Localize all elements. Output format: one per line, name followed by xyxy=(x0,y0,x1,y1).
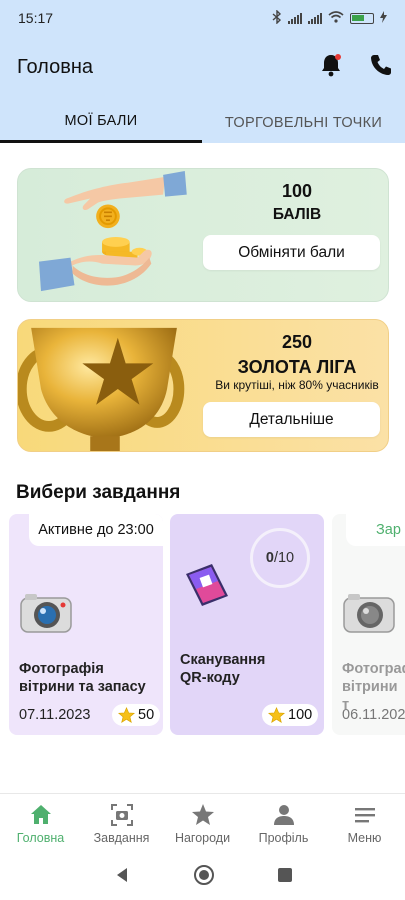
nav-label: Профіль xyxy=(258,831,309,845)
status-icons xyxy=(272,8,387,27)
league-subtitle: Ви крутіші, ніж 80% учасників xyxy=(215,378,379,392)
camera-icon xyxy=(20,594,72,633)
details-button[interactable]: Детальніше xyxy=(203,402,380,437)
wifi-icon xyxy=(328,10,344,26)
points-unit: БАЛІВ xyxy=(272,206,322,223)
nav-home[interactable]: Головна xyxy=(0,794,81,849)
star-icon xyxy=(118,706,135,723)
star-icon xyxy=(268,706,285,723)
person-icon xyxy=(273,805,294,825)
league-card[interactable]: 250 ЗОЛОТА ЛІГА Ви крутіші, ніж 80% учас… xyxy=(17,319,389,452)
task-card-qr[interactable]: 0/10 Сканування QR-коду 100 xyxy=(170,514,324,735)
bell-icon[interactable] xyxy=(318,52,344,78)
signal-icon xyxy=(288,12,302,24)
task-reward-badge: 50 xyxy=(112,704,161,726)
progress-total: /10 xyxy=(273,550,295,566)
nav-label: Завдання xyxy=(93,831,150,845)
battery-icon xyxy=(350,12,374,24)
task-title-line1: Фотографія xyxy=(19,661,104,677)
back-icon[interactable] xyxy=(113,866,131,884)
tasks-carousel[interactable]: Активне до 23:00 Фотографія вітрини та з… xyxy=(0,514,405,736)
task-status-badge: Зар xyxy=(346,514,405,546)
menu-icon xyxy=(354,808,375,823)
task-title-line2: QR-коду xyxy=(180,670,240,686)
tab-my-points[interactable]: МОЇ БАЛИ xyxy=(0,102,202,143)
exchange-points-button[interactable]: Обміняти бали xyxy=(203,235,380,270)
task-reward-value: 50 xyxy=(138,707,155,723)
task-active-until-badge: Активне до 23:00 xyxy=(29,514,163,546)
nav-label: Нагороди xyxy=(174,831,231,845)
home-icon xyxy=(30,805,51,824)
hands-coin-illustration xyxy=(39,170,187,292)
nav-profile[interactable]: Профіль xyxy=(243,794,324,849)
status-bar: 15:17 xyxy=(0,0,405,36)
task-title-line1: Сканування xyxy=(180,652,266,668)
nav-tasks[interactable]: Завдання xyxy=(81,794,162,849)
phone-icon[interactable] xyxy=(368,52,394,78)
task-reward-value: 100 xyxy=(288,707,313,723)
league-points-value: 250 xyxy=(281,332,313,352)
nav-menu[interactable]: Меню xyxy=(324,794,405,849)
task-card-photo-2[interactable]: Зар Фотограф вітрини т 06.11.202 xyxy=(332,514,405,735)
task-card-photo[interactable]: Активне до 23:00 Фотографія вітрини та з… xyxy=(9,514,163,735)
tasks-section-title: Вибери завдання xyxy=(16,482,181,503)
page-title: Головна xyxy=(17,56,93,78)
task-progress-ring: 0/10 xyxy=(250,528,310,588)
points-card[interactable]: 100 БАЛІВ Обміняти бали xyxy=(17,168,389,302)
task-title-line1: Фотограф xyxy=(342,661,405,677)
league-name: ЗОЛОТА ЛІГА xyxy=(237,357,357,377)
app-header: Головна МОЇ БАЛИ ТОРГОВЕЛЬНІ ТОЧКИ xyxy=(0,36,405,143)
star-icon xyxy=(191,804,214,825)
charging-icon xyxy=(380,10,387,26)
home-circle-icon[interactable] xyxy=(193,864,215,886)
bluetooth-icon xyxy=(272,8,282,27)
task-reward-badge: 100 xyxy=(262,704,319,726)
camera-icon xyxy=(343,594,395,633)
nav-label: Головна xyxy=(16,831,65,845)
tab-bar: МОЇ БАЛИ ТОРГОВЕЛЬНІ ТОЧКИ xyxy=(0,102,405,143)
nav-rewards[interactable]: Нагороди xyxy=(162,794,243,849)
points-value: 100 xyxy=(281,181,313,201)
task-camera-icon xyxy=(110,804,133,826)
gold-trophy-illustration xyxy=(18,327,185,451)
tab-trade-points[interactable]: ТОРГОВЕЛЬНІ ТОЧКИ xyxy=(202,102,405,143)
bottom-navigation: Головна Завдання Нагороди Профіль Меню xyxy=(0,793,405,849)
smartphone-icon xyxy=(186,564,228,606)
progress-done: 0 xyxy=(265,550,274,566)
status-time: 15:17 xyxy=(18,10,54,26)
system-navigation-bar xyxy=(0,849,405,900)
task-date: 06.11.202 xyxy=(342,707,405,723)
task-date: 07.11.2023 xyxy=(19,707,91,723)
recents-icon[interactable] xyxy=(277,867,293,883)
nav-label: Меню xyxy=(347,831,382,845)
task-title-line2: вітрини та запасу xyxy=(19,679,146,695)
signal-icon xyxy=(308,12,322,24)
